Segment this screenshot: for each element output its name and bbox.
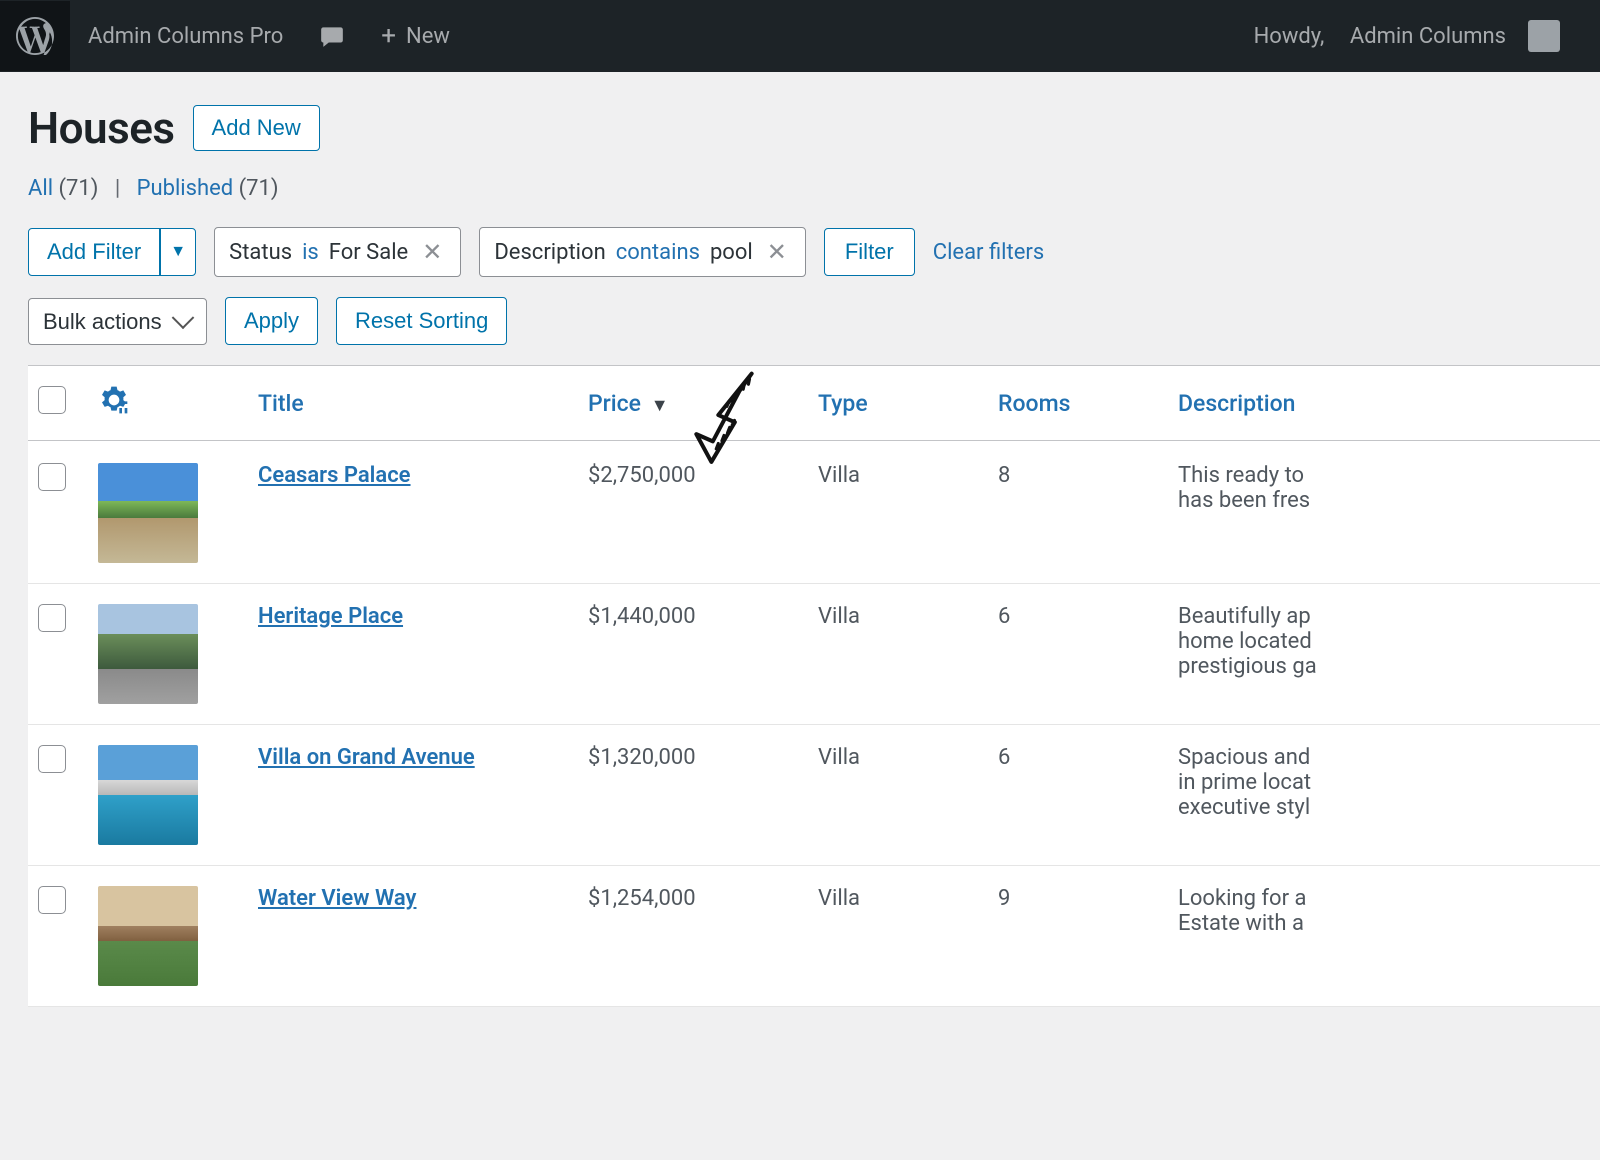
row-price: $2,750,000 (578, 441, 808, 584)
column-settings-icon[interactable] (88, 366, 248, 441)
filter-chip-description[interactable]: Description contains pool ✕ (479, 227, 806, 277)
add-filter-button[interactable]: Add Filter (28, 228, 160, 276)
row-title-link[interactable]: Villa on Grand Avenue (258, 745, 475, 770)
new-content-link[interactable]: + New (363, 21, 468, 51)
avatar (1528, 20, 1560, 52)
row-price: $1,320,000 (578, 725, 808, 866)
admin-bar: Admin Columns Pro + New Howdy, Admin Col… (0, 0, 1600, 72)
posts-table: Title Price ▼ Type Rooms Description Cea… (28, 365, 1600, 1007)
row-rooms: 9 (988, 866, 1168, 1007)
filter-field: Status (229, 240, 292, 265)
close-icon[interactable]: ✕ (763, 238, 791, 266)
row-thumbnail[interactable] (98, 745, 198, 845)
view-all-count: (71) (59, 176, 99, 201)
table-row: Water View Way $1,254,000Villa9Looking fo… (28, 866, 1600, 1007)
row-description: Beautifully aphome locatedprestigious ga (1168, 584, 1600, 725)
row-thumbnail[interactable] (98, 463, 198, 563)
sort-desc-icon: ▼ (651, 395, 669, 416)
new-label: New (406, 24, 450, 49)
row-type: Villa (808, 866, 988, 1007)
view-published-link[interactable]: Published (137, 176, 234, 201)
site-title-link[interactable]: Admin Columns Pro (70, 24, 301, 49)
view-published-count: (71) (239, 176, 279, 201)
account-menu[interactable]: Howdy, Admin Columns (1236, 20, 1578, 52)
filter-op: contains (616, 240, 700, 265)
add-filter-dropdown-toggle[interactable]: ▼ (160, 228, 196, 276)
wordpress-logo-icon[interactable] (0, 1, 70, 71)
view-filters: All (71) | Published (71) (28, 176, 1600, 201)
bulk-actions-select[interactable]: Bulk actions (28, 298, 207, 345)
row-description: This ready tohas been fres (1168, 441, 1600, 584)
column-title[interactable]: Title (248, 366, 578, 441)
row-rooms: 6 (988, 584, 1168, 725)
page-title: Houses (28, 102, 175, 154)
bulk-row: Bulk actions Apply Reset Sorting (28, 297, 1600, 345)
row-type: Villa (808, 584, 988, 725)
column-price[interactable]: Price ▼ (578, 366, 808, 441)
view-all-link[interactable]: All (28, 176, 53, 201)
row-checkbox[interactable] (38, 886, 66, 914)
column-checkbox (28, 366, 88, 441)
apply-button[interactable]: Apply (225, 297, 318, 345)
row-checkbox[interactable] (38, 604, 66, 632)
filter-value: pool (710, 240, 753, 265)
table-row: Ceasars Palace $2,750,000Villa8This ready… (28, 441, 1600, 584)
row-rooms: 8 (988, 441, 1168, 584)
row-title-link[interactable]: Water View Way (258, 886, 416, 911)
row-type: Villa (808, 725, 988, 866)
add-new-button[interactable]: Add New (193, 105, 320, 151)
page-content: Houses Add New All (71) | Published (71)… (0, 72, 1600, 1007)
filter-chip-status[interactable]: Status is For Sale ✕ (214, 227, 461, 277)
row-thumbnail[interactable] (98, 886, 198, 986)
row-description: Looking for aEstate with a (1168, 866, 1600, 1007)
filter-op: is (302, 240, 319, 265)
reset-sorting-button[interactable]: Reset Sorting (336, 297, 507, 345)
close-icon[interactable]: ✕ (418, 238, 446, 266)
row-thumbnail[interactable] (98, 604, 198, 704)
row-checkbox[interactable] (38, 463, 66, 491)
add-filter-button-group: Add Filter ▼ (28, 228, 196, 276)
filter-row: Add Filter ▼ Status is For Sale ✕ Descri… (28, 227, 1600, 277)
row-rooms: 6 (988, 725, 1168, 866)
row-title-link[interactable]: Ceasars Palace (258, 463, 411, 488)
filter-value: For Sale (329, 240, 408, 265)
row-type: Villa (808, 441, 988, 584)
filter-button[interactable]: Filter (824, 228, 915, 276)
table-row: Heritage Place $1,440,000Villa6Beautifull… (28, 584, 1600, 725)
row-checkbox[interactable] (38, 745, 66, 773)
row-title-link[interactable]: Heritage Place (258, 604, 403, 629)
clear-filters-link[interactable]: Clear filters (933, 240, 1044, 265)
page-header: Houses Add New (28, 102, 1600, 154)
table-row: Villa on Grand Avenue $1,320,000Villa6Spa… (28, 725, 1600, 866)
row-description: Spacious andin prime locatexecutive styl (1168, 725, 1600, 866)
user-name: Admin Columns (1350, 24, 1506, 49)
view-sep: | (115, 176, 120, 201)
column-rooms[interactable]: Rooms (988, 366, 1168, 441)
row-price: $1,254,000 (578, 866, 808, 1007)
howdy-text: Howdy, (1254, 24, 1325, 49)
column-type[interactable]: Type (808, 366, 988, 441)
select-all-checkbox[interactable] (38, 386, 66, 414)
column-description[interactable]: Description (1168, 366, 1600, 441)
row-price: $1,440,000 (578, 584, 808, 725)
comments-icon[interactable] (301, 23, 363, 49)
filter-field: Description (494, 240, 605, 265)
plus-icon: + (381, 21, 396, 51)
site-title: Admin Columns Pro (88, 24, 283, 49)
